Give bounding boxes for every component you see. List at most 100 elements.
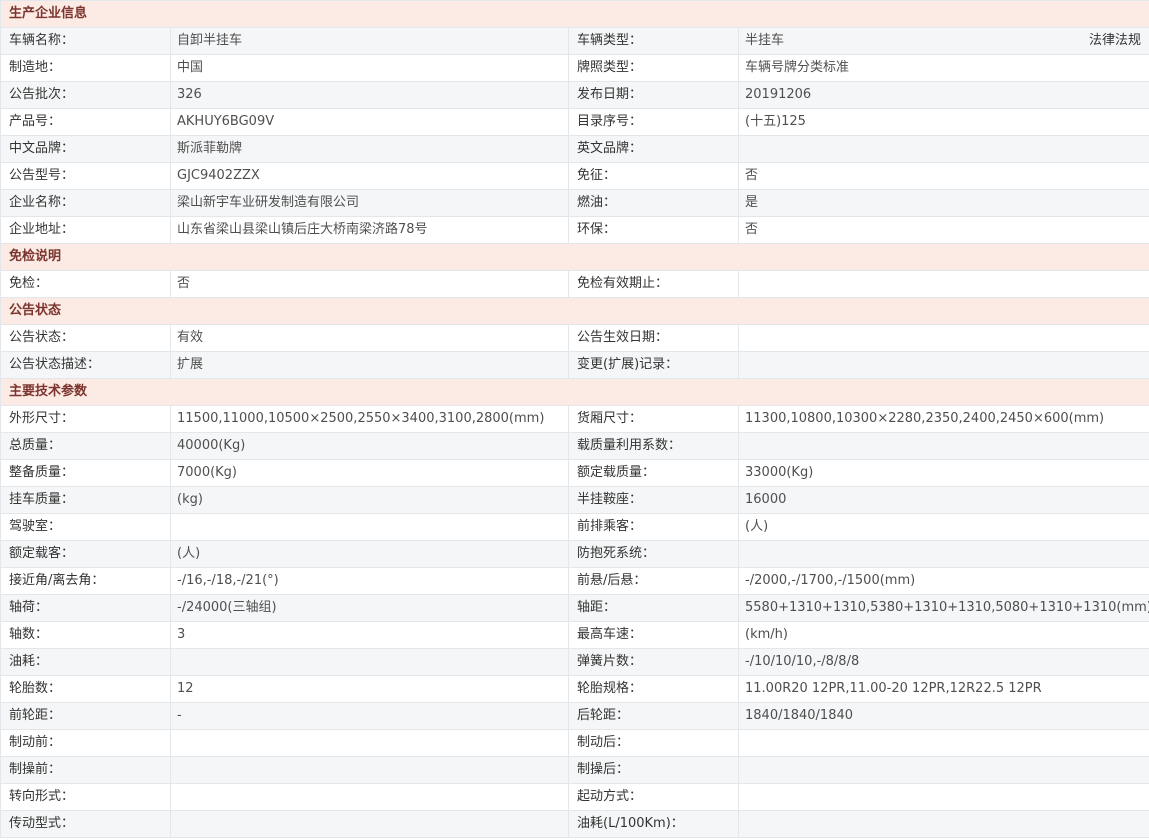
field-label: 轮胎数： [0, 675, 171, 703]
field-value: 33000(Kg) [737, 459, 1149, 487]
field-value [170, 513, 569, 541]
field-value: 7000(Kg) [170, 459, 569, 487]
section-header-row: 生产企业信息 [0, 0, 1149, 28]
field-value [737, 324, 1149, 352]
field-label: 公告型号： [0, 162, 171, 190]
field-label: 前排乘客： [568, 513, 739, 541]
field-label: 最高车速： [568, 621, 739, 649]
field-label: 额定载客： [0, 540, 171, 568]
field-value: AKHUY6BG09V [170, 108, 569, 136]
table-row: 制造地： 中国 牌照类型： 车辆号牌分类标准 [0, 54, 1149, 82]
field-label: 传动型式： [0, 810, 171, 838]
field-label: 挂车质量： [0, 486, 171, 514]
field-value: 自卸半挂车 [170, 27, 569, 55]
field-label: 起动方式： [568, 783, 739, 811]
field-value: 12 [170, 675, 569, 703]
field-value: (km/h) [737, 621, 1149, 649]
table-row: 额定载客： (人) 防抱死系统： [0, 540, 1149, 568]
field-value: (人) [170, 540, 569, 568]
table-row: 制操前： 制操后： [0, 756, 1149, 784]
field-value: 326 [170, 81, 569, 109]
field-value: - [170, 702, 569, 730]
section-title: 生产企业信息 [0, 0, 1149, 28]
field-value: 3 [170, 621, 569, 649]
field-value: 5580+1310+1310,5380+1310+1310,5080+1310+… [737, 594, 1149, 622]
field-value: 20191206 [737, 81, 1149, 109]
section-title: 公告状态 [0, 297, 1149, 325]
field-label: 轴数： [0, 621, 171, 649]
field-value [737, 540, 1149, 568]
table-row: 传动型式： 油耗(L/100Km)： [0, 810, 1149, 838]
table-row: 免检：否免检有效期止： [0, 270, 1149, 298]
field-label: 后轮距： [568, 702, 739, 730]
announcement-info-table: 生产企业信息 车辆名称： 自卸半挂车 车辆类型： 半挂车 法律法规 制造地： 中国 牌照类型：车… [0, 0, 1149, 838]
field-label: 变更(扩展)记录： [568, 351, 739, 379]
field-label: 前悬/后悬： [568, 567, 739, 595]
field-value: 是 [737, 189, 1149, 217]
field-value [170, 729, 569, 757]
table-row: 企业地址： 山东省梁山县梁山镇后庄大桥南梁济路78号 环保：否 [0, 216, 1149, 244]
field-value: 半挂车 法律法规 [737, 27, 1149, 55]
field-value: 40000(Kg) [170, 432, 569, 460]
field-label: 公告状态： [0, 324, 171, 352]
table-row: 整备质量： 7000(Kg) 额定载质量： 33000(Kg) [0, 459, 1149, 487]
field-label: 车辆类型： [568, 27, 739, 55]
field-value: -/2000,-/1700,-/1500(mm) [737, 567, 1149, 595]
table-row: 中文品牌： 斯派菲勒牌 英文品牌： [0, 135, 1149, 163]
field-value [737, 270, 1149, 298]
field-label: 环保： [568, 216, 739, 244]
field-value: 否 [737, 216, 1149, 244]
field-label: 轴荷： [0, 594, 171, 622]
field-label: 免检有效期止： [568, 270, 739, 298]
field-label: 制操前： [0, 756, 171, 784]
field-label: 牌照类型： [568, 54, 739, 82]
field-label: 公告批次： [0, 81, 171, 109]
field-label: 英文品牌： [568, 135, 739, 163]
field-label: 驾驶室： [0, 513, 171, 541]
field-value: 1840/1840/1840 [737, 702, 1149, 730]
table-row: 公告批次： 326 发布日期： 20191206 [0, 81, 1149, 109]
table-row: 总质量： 40000(Kg) 载质量利用系数： [0, 432, 1149, 460]
field-label: 轴距： [568, 594, 739, 622]
field-label: 中文品牌： [0, 135, 171, 163]
field-label: 企业地址： [0, 216, 171, 244]
field-value: 否 [170, 270, 569, 298]
field-label: 整备质量： [0, 459, 171, 487]
table-row: 制动前： 制动后： [0, 729, 1149, 757]
field-value: -/10/10/10,-/8/8/8 [737, 648, 1149, 676]
table-row: 车辆名称： 自卸半挂车 车辆类型： 半挂车 法律法规 [0, 27, 1149, 55]
table-row: 轴荷： -/24000(三轴组) 轴距： 5580+1310+1310,5380+13… [0, 594, 1149, 622]
field-label: 制动前： [0, 729, 171, 757]
table-row: 公告状态描述： 扩展 变更(扩展)记录： [0, 351, 1149, 379]
field-label: 半挂鞍座： [568, 486, 739, 514]
table-row: 轮胎数： 12 轮胎规格： 11.00R20 12PR,11.00-20 12PR,1… [0, 675, 1149, 703]
field-value: 扩展 [170, 351, 569, 379]
field-value: -/24000(三轴组) [170, 594, 569, 622]
section-header-row: 免检说明 [0, 243, 1149, 271]
field-value: 有效 [170, 324, 569, 352]
field-value: 16000 [737, 486, 1149, 514]
field-value: 中国 [170, 54, 569, 82]
field-label: 免检： [0, 270, 171, 298]
section-header-row: 主要技术参数 [0, 378, 1149, 406]
field-value [170, 756, 569, 784]
field-label: 制动后： [568, 729, 739, 757]
field-label: 轮胎规格： [568, 675, 739, 703]
field-value [170, 810, 569, 838]
field-label: 制操后： [568, 756, 739, 784]
legal-regulations-link[interactable]: 法律法规 [1089, 29, 1143, 54]
table-row: 轴数： 3 最高车速： (km/h) [0, 621, 1149, 649]
field-value: (人) [737, 513, 1149, 541]
field-value: 车辆号牌分类标准 [737, 54, 1149, 82]
field-value [737, 810, 1149, 838]
section-title: 主要技术参数 [0, 378, 1149, 406]
field-label: 货厢尺寸： [568, 405, 739, 433]
table-row: 驾驶室： 前排乘客： (人) [0, 513, 1149, 541]
field-value: 11300,10800,10300×2280,2350,2400,2450×60… [737, 405, 1149, 433]
field-label: 油耗(L/100Km)： [568, 810, 739, 838]
table-row: 公告状态： 有效 公告生效日期： [0, 324, 1149, 352]
field-label: 车辆名称： [0, 27, 171, 55]
field-label: 公告生效日期： [568, 324, 739, 352]
announcement-table-body: 生产企业信息 车辆名称： 自卸半挂车 车辆类型： 半挂车 法律法规 制造地： 中国 牌照类型：车… [0, 0, 1149, 838]
field-label: 制造地： [0, 54, 171, 82]
